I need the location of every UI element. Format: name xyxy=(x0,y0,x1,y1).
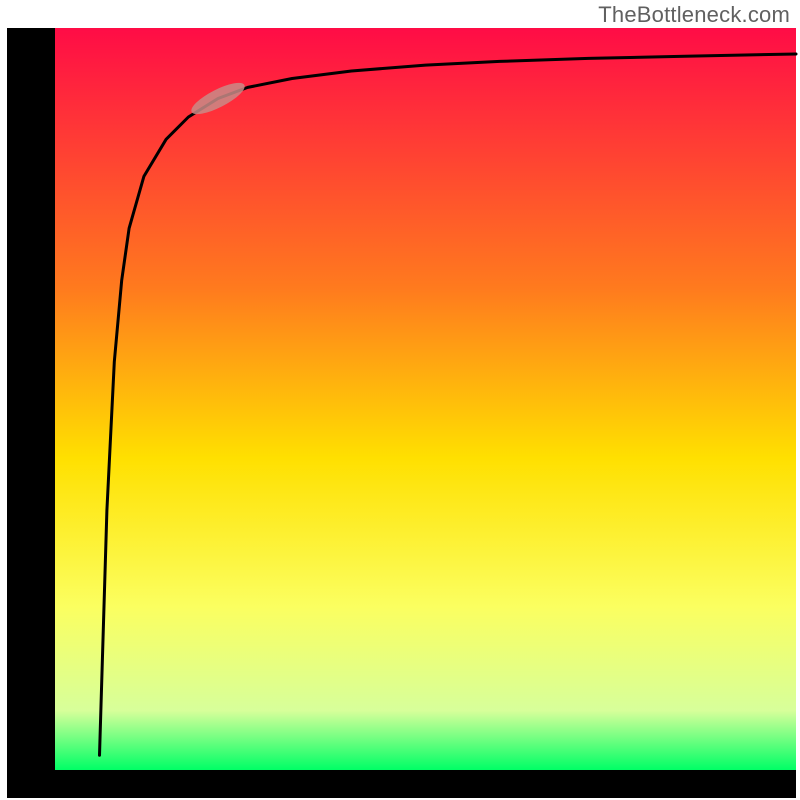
y-axis xyxy=(7,28,55,798)
chart-container: TheBottleneck.com xyxy=(0,0,800,800)
x-axis xyxy=(7,770,796,798)
chart-svg xyxy=(0,0,800,800)
attribution-text: TheBottleneck.com xyxy=(598,2,790,28)
